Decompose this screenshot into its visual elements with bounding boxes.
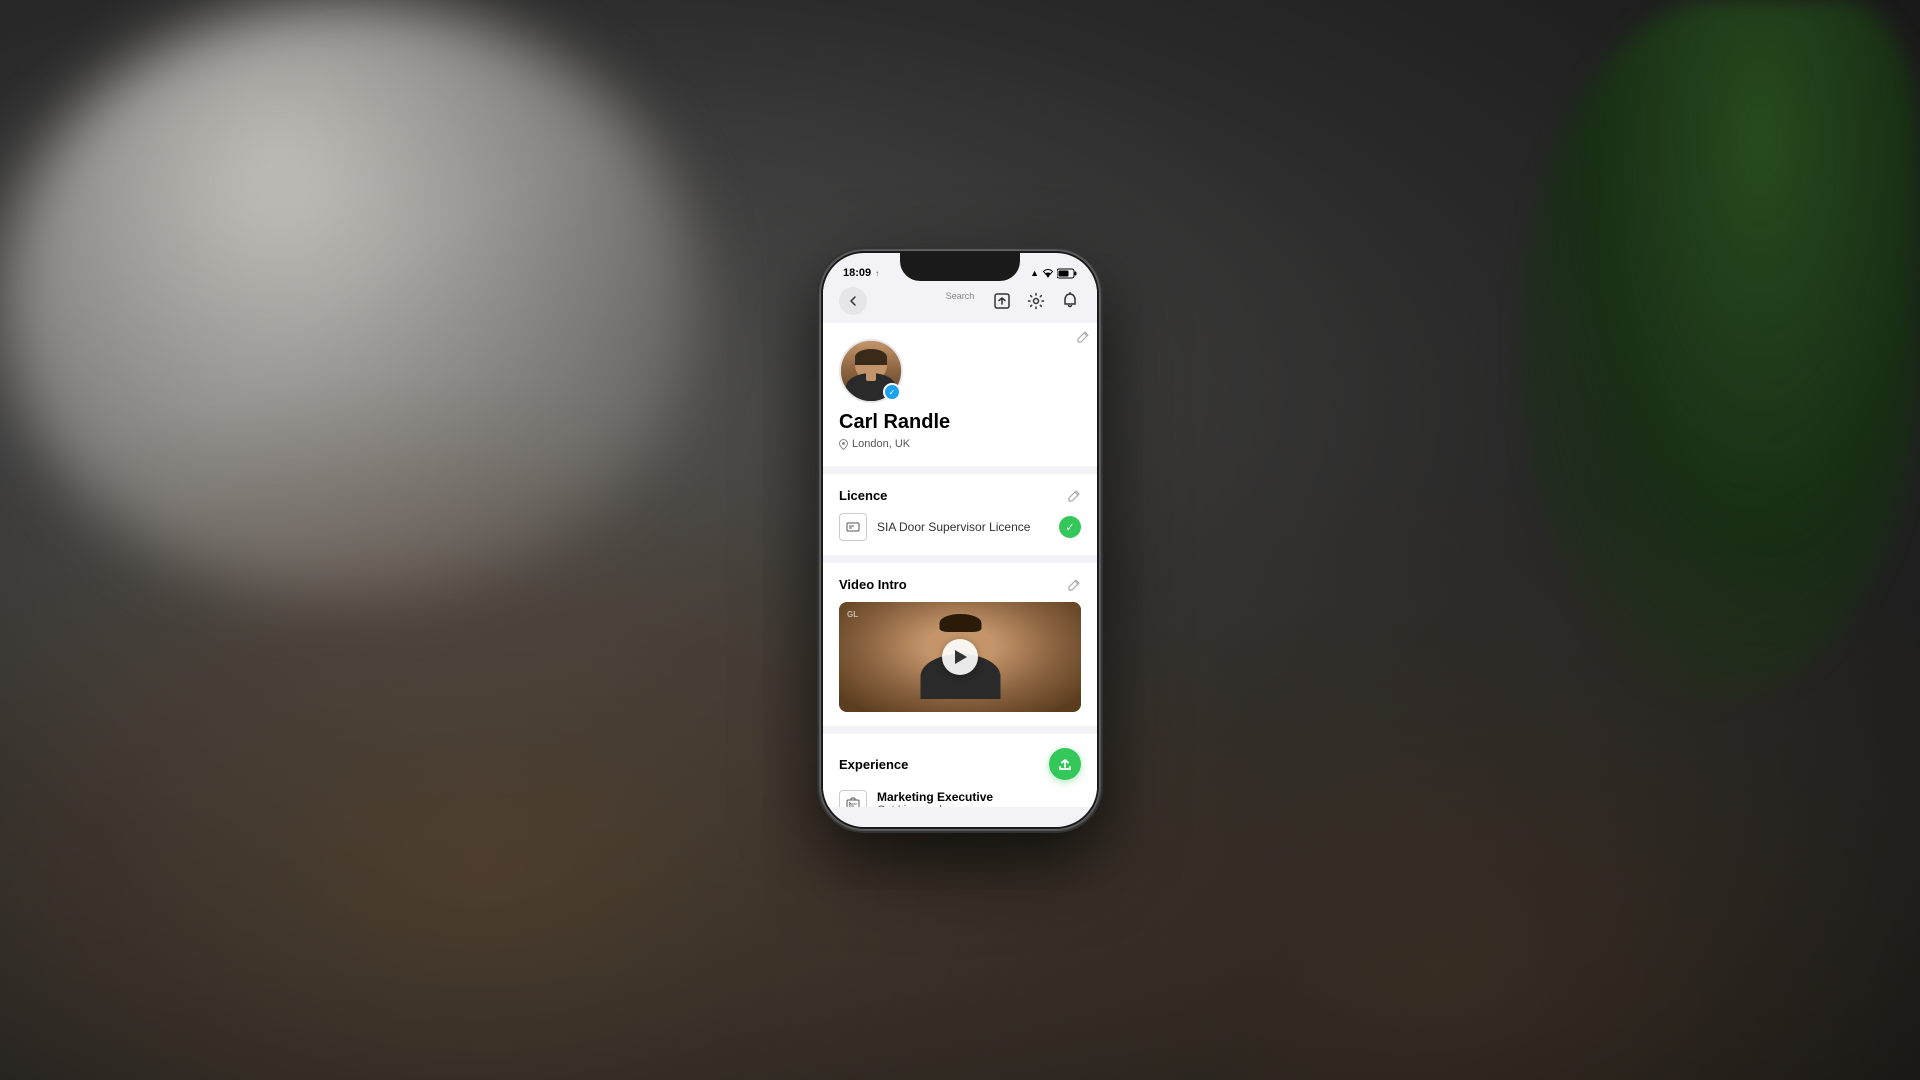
- profile-edit-button[interactable]: [1069, 323, 1097, 351]
- licence-section-header: Licence: [839, 488, 1081, 503]
- notifications-button[interactable]: [1059, 290, 1081, 312]
- licence-verified-badge: ✓: [1059, 516, 1081, 538]
- licence-edit-button[interactable]: [1067, 489, 1081, 503]
- video-section: Video Intro: [823, 563, 1097, 726]
- battery-icon: [1057, 268, 1077, 279]
- licence-section: Licence: [823, 474, 1097, 555]
- nav-bar: Search: [823, 283, 1097, 323]
- licence-card-icon: [839, 513, 867, 541]
- video-section-header: Video Intro: [839, 577, 1081, 592]
- profile-location: London, UK: [839, 438, 1081, 450]
- signal-icon: ▲: [1030, 268, 1039, 278]
- wifi-icon: [1042, 268, 1054, 278]
- screen-content: ✓ Carl Randle: [823, 323, 1097, 807]
- profile-section: ✓ Carl Randle: [823, 323, 1097, 466]
- video-watermark: GL: [847, 610, 858, 619]
- status-icons: ▲: [1030, 268, 1077, 279]
- experience-content: Marketing Executive Get Licensed: [877, 790, 1081, 807]
- status-time: 18:09: [843, 267, 871, 279]
- video-thumbnail[interactable]: GL: [839, 602, 1081, 712]
- experience-item: Marketing Executive Get Licensed: [839, 790, 1081, 807]
- upload-nav-button[interactable]: [991, 290, 1013, 312]
- phone-notch: [900, 253, 1020, 281]
- status-upload-icon: ↑: [875, 269, 879, 278]
- location-icon: [839, 439, 848, 450]
- phone-device: 18:09 ↑ ▲: [820, 250, 1100, 830]
- back-button[interactable]: [839, 287, 867, 315]
- experience-icon: [839, 790, 867, 807]
- location-text: London, UK: [852, 438, 910, 450]
- licence-name: SIA Door Supervisor Licence: [877, 520, 1049, 534]
- search-hint: Search: [946, 291, 975, 301]
- phone-wrapper: 18:09 ↑ ▲: [820, 250, 1100, 830]
- experience-section-header: Experience: [839, 748, 1081, 780]
- video-edit-button[interactable]: [1067, 578, 1081, 592]
- profile-name: Carl Randle: [839, 411, 1081, 434]
- licence-item: SIA Door Supervisor Licence ✓: [839, 513, 1081, 541]
- licence-section-title: Licence: [839, 488, 887, 503]
- settings-button[interactable]: [1025, 290, 1047, 312]
- experience-section: Experience: [823, 734, 1097, 807]
- experience-section-title: Experience: [839, 757, 908, 772]
- play-button[interactable]: [942, 639, 978, 675]
- experience-job-title: Marketing Executive: [877, 790, 1081, 804]
- play-triangle-icon: [955, 650, 967, 664]
- video-section-title: Video Intro: [839, 577, 907, 592]
- verified-badge: ✓: [883, 383, 901, 401]
- avatar-container: ✓: [839, 339, 903, 403]
- nav-icons: [991, 290, 1081, 312]
- phone-screen: 18:09 ↑ ▲: [823, 253, 1097, 827]
- experience-company: Get Licensed: [877, 804, 1081, 807]
- experience-upload-button[interactable]: [1049, 748, 1081, 780]
